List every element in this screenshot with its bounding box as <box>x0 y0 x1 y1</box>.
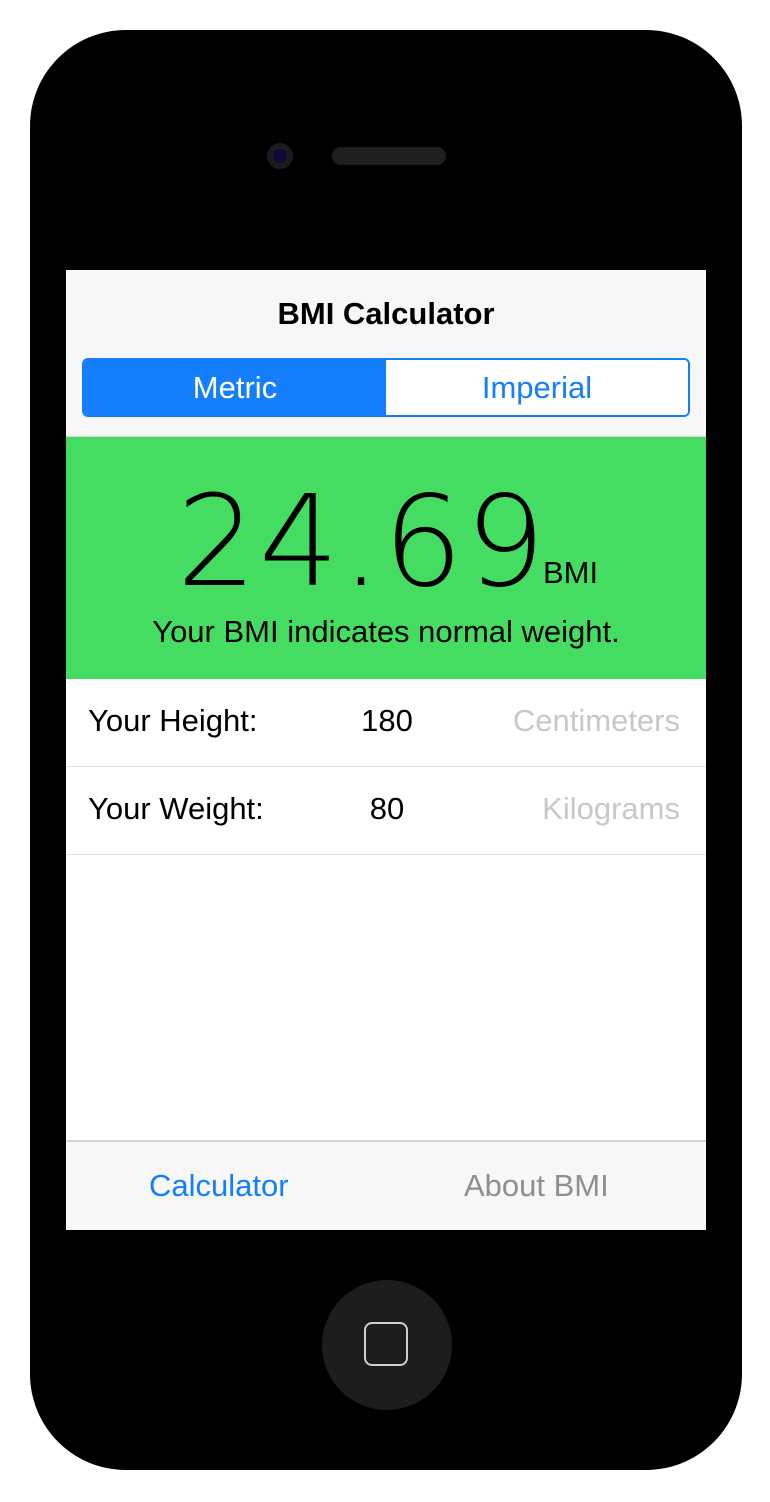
page-title: BMI Calculator <box>277 296 495 331</box>
bmi-result-panel: 24.69 BMI Your BMI indicates normal weig… <box>66 437 706 679</box>
bmi-value: 24.69 <box>176 468 548 615</box>
camera-icon <box>267 143 293 169</box>
bmi-unit-label: BMI <box>543 555 599 590</box>
home-button[interactable] <box>322 1280 452 1410</box>
weight-row: Your Weight: 80 Kilograms <box>66 767 706 855</box>
unit-segmented-control: Metric Imperial <box>82 358 690 417</box>
weight-label: Your Weight: <box>88 791 264 826</box>
bmi-status-message: Your BMI indicates normal weight. <box>152 614 620 649</box>
segment-metric[interactable]: Metric <box>84 360 386 415</box>
phone-frame: BMI Calculator Metric Imperial 24.69 BMI… <box>30 30 742 1470</box>
weight-unit: Kilograms <box>542 791 680 826</box>
height-row: Your Height: 180 Centimeters <box>66 679 706 767</box>
camera-lens <box>273 149 287 163</box>
segment-imperial[interactable]: Imperial <box>386 360 688 415</box>
height-unit: Centimeters <box>512 703 680 738</box>
app-screen: BMI Calculator Metric Imperial 24.69 BMI… <box>66 270 706 1230</box>
height-label: Your Height: <box>88 703 258 738</box>
tab-bar: Calculator About BMI <box>66 1140 706 1230</box>
weight-input[interactable]: 80 <box>334 791 440 827</box>
height-input[interactable]: 180 <box>334 703 440 739</box>
tab-about-bmi[interactable]: About BMI <box>464 1168 609 1204</box>
home-square-icon <box>364 1322 408 1366</box>
speaker-grille-icon <box>332 147 446 165</box>
navigation-bar: BMI Calculator Metric Imperial <box>66 270 706 437</box>
tab-calculator[interactable]: Calculator <box>149 1168 289 1204</box>
